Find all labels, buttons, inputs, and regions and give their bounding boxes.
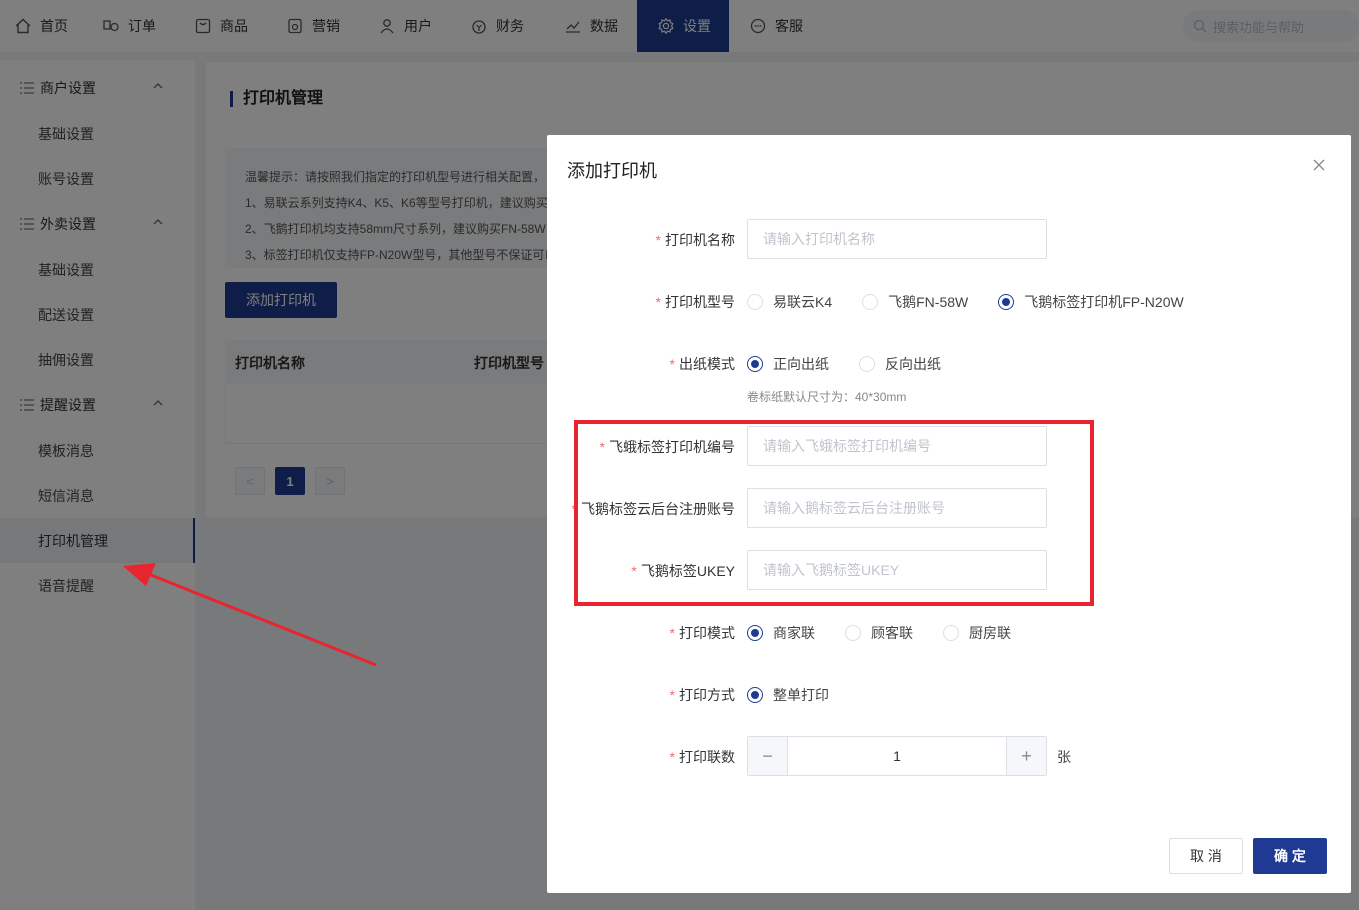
form-row-name: * 打印机名称 — [547, 219, 1351, 259]
add-printer-dialog: 添加打印机 *打印机名称 *打印机型号 易联云K4 飞鹅FN-58W 飞鹅标签打… — [547, 135, 1351, 893]
printer-name-input[interactable] — [747, 219, 1047, 259]
form-row-copies: * 打印联数 − 1 + 张 — [547, 736, 1351, 776]
form-row-paper-mode: * 出纸模式 正向出纸 反向出纸 — [547, 343, 1351, 383]
radio-merchant-copy[interactable]: 商家联 — [747, 623, 815, 643]
copies-stepper: − 1 + — [747, 736, 1047, 776]
radio-circle — [747, 294, 763, 310]
print-method-radio-group: 整单打印 — [747, 685, 859, 705]
form-row-print-mode: * 打印模式 商家联 顾客联 厨房联 — [547, 612, 1351, 652]
increment-button[interactable]: + — [1006, 737, 1046, 775]
radio-circle — [998, 294, 1015, 310]
radio-whole-order[interactable]: 整单打印 — [747, 685, 829, 705]
dialog-title: 添加打印机 — [567, 161, 657, 181]
radio-circle — [859, 356, 875, 372]
printer-model-radio-group: 易联云K4 飞鹅FN-58W 飞鹅标签打印机FP-N20W — [747, 292, 1214, 312]
field-label: 出纸模式 — [679, 356, 735, 372]
radio-yilianyun-k4[interactable]: 易联云K4 — [747, 292, 832, 312]
radio-circle — [862, 294, 879, 310]
form-row-model: * 打印机型号 易联云K4 飞鹅FN-58W 飞鹅标签打印机FP-N20W — [547, 281, 1351, 321]
field-label: 打印机型号 — [665, 294, 735, 310]
confirm-button[interactable]: 确 定 — [1253, 838, 1327, 874]
radio-customer-copy[interactable]: 顾客联 — [845, 623, 913, 643]
radio-feie-label-fpn20w[interactable]: 飞鹅标签打印机FP-N20W — [998, 292, 1184, 312]
close-icon[interactable] — [1311, 157, 1327, 173]
radio-feie-fn58w[interactable]: 飞鹅FN-58W — [862, 292, 968, 312]
radio-kitchen-copy[interactable]: 厨房联 — [943, 623, 1011, 643]
radio-forward-paper[interactable]: 正向出纸 — [747, 354, 829, 374]
field-label: 打印联数 — [679, 749, 735, 765]
radio-circle — [845, 625, 861, 641]
paper-mode-radio-group: 正向出纸 反向出纸 — [747, 354, 971, 374]
cancel-button[interactable]: 取 消 — [1169, 838, 1243, 874]
print-mode-radio-group: 商家联 顾客联 厨房联 — [747, 623, 1041, 643]
radio-circle — [943, 625, 959, 641]
field-label: 打印模式 — [679, 625, 735, 641]
radio-circle — [747, 625, 763, 641]
decrement-button[interactable]: − — [748, 737, 788, 775]
annotation-highlight-box — [574, 420, 1094, 606]
copies-unit: 张 — [1057, 749, 1071, 765]
copies-value[interactable]: 1 — [788, 737, 1006, 775]
radio-circle — [747, 687, 763, 703]
paper-size-hint: 卷标纸默认尺寸为：40*30mm — [747, 390, 907, 404]
field-label: 打印方式 — [679, 687, 735, 703]
radio-reverse-paper[interactable]: 反向出纸 — [859, 354, 941, 374]
field-label: 打印机名称 — [665, 232, 735, 248]
form-row-print-method: * 打印方式 整单打印 — [547, 674, 1351, 714]
radio-circle — [747, 356, 763, 372]
